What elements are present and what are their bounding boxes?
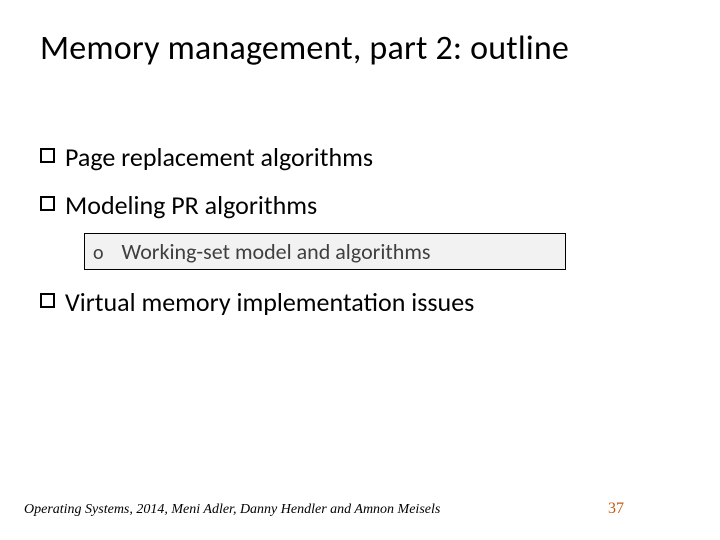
list-item-label: Modeling PR algorithms [65,189,317,221]
circle-bullet-icon: o [93,241,104,265]
square-bullet-icon [40,196,55,211]
square-bullet-icon [40,293,55,308]
list-item-label: Page replacement algorithms [65,141,373,173]
sublist: o Working-set model and algorithms [84,233,680,270]
list-subitem-label: Working-set model and algorithms [122,238,431,265]
list-item: Page replacement algorithms [40,141,680,173]
footer: Operating Systems, 2014, Meni Adler, Dan… [24,500,696,518]
list-item: Virtual memory implementation issues [40,286,680,318]
list-item-label: Virtual memory implementation issues [65,286,474,318]
page-title: Memory management, part 2: outline [40,28,680,69]
square-bullet-icon [40,148,55,163]
slide: Memory management, part 2: outline Page … [0,0,720,540]
outline-list: Page replacement algorithms Modeling PR … [40,141,680,318]
list-item: Modeling PR algorithms [40,189,680,221]
list-subitem: o Working-set model and algorithms [93,238,557,265]
highlight-box: o Working-set model and algorithms [84,233,566,270]
page-number: 37 [608,500,624,518]
footer-credit: Operating Systems, 2014, Meni Adler, Dan… [24,502,440,518]
